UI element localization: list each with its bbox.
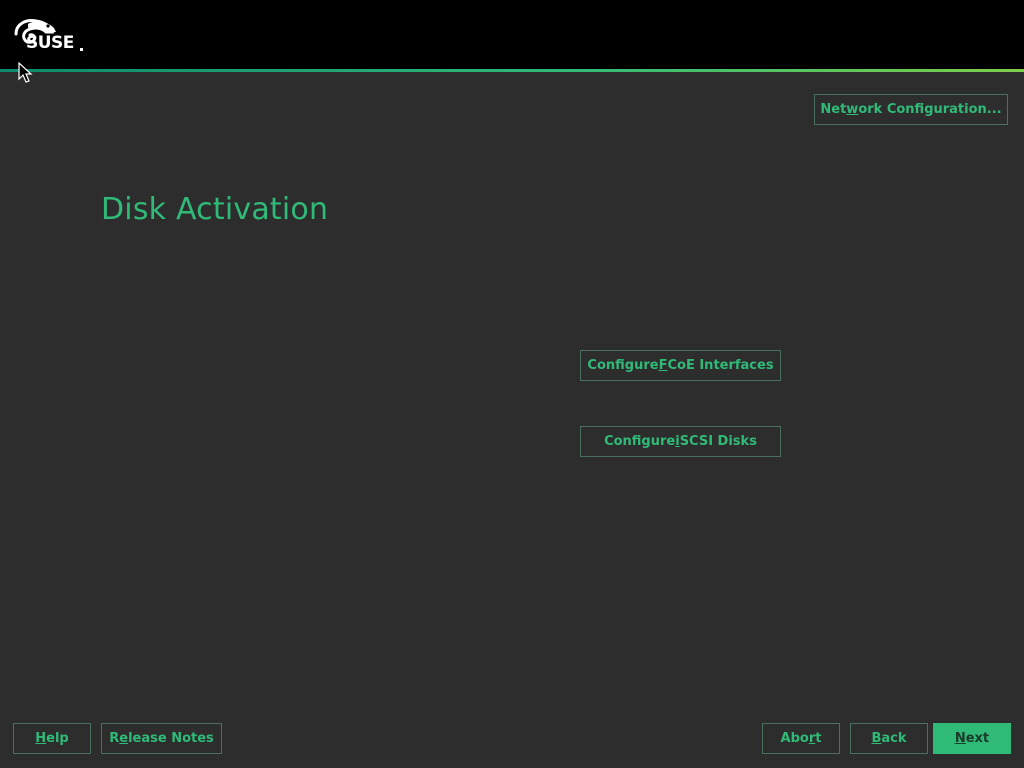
button-label-post: t <box>815 731 822 746</box>
network-configuration-button[interactable]: Net w ork Configuration... <box>814 94 1008 125</box>
button-label-post: ork Configuration... <box>858 102 1002 117</box>
button-label-mnemonic: e <box>119 731 129 746</box>
button-label-post: ext <box>965 731 990 746</box>
button-label-mnemonic: N <box>954 731 966 746</box>
abort-button[interactable]: Abo r t <box>762 723 840 754</box>
button-label-pre: R <box>109 731 120 746</box>
button-label-post: CoE Interfaces <box>667 358 774 373</box>
button-label-mnemonic: B <box>871 731 882 746</box>
button-label-pre: Abo <box>780 731 809 746</box>
button-label-mnemonic: F <box>658 358 668 373</box>
button-label-pre: Net <box>820 102 847 117</box>
button-label-post: ack <box>881 731 907 746</box>
button-label-post: lease Notes <box>128 731 214 746</box>
button-label-pre: Configure <box>604 434 676 449</box>
help-button[interactable]: Help <box>13 723 91 754</box>
page-title: Disk Activation <box>101 192 329 227</box>
suse-logo-text: SUSE <box>26 33 74 53</box>
next-button[interactable]: Next <box>933 723 1011 754</box>
button-label-mnemonic: H <box>35 731 47 746</box>
button-label-pre: Configure <box>587 358 659 373</box>
back-button[interactable]: Back <box>850 723 928 754</box>
configure-fcoe-button[interactable]: Configure F CoE Interfaces <box>580 350 781 381</box>
installer-screen: SUSE Net w ork Configuration... Disk Activ… <box>0 0 1024 768</box>
button-label-post: elp <box>46 731 69 746</box>
logo-dot <box>80 48 83 51</box>
button-label-post: SCSI Disks <box>679 434 757 449</box>
accent-line <box>0 69 1024 72</box>
release-notes-button[interactable]: Re lease Notes <box>101 723 222 754</box>
top-bar: SUSE <box>0 0 1024 69</box>
configure-iscsi-button[interactable]: Configure i SCSI Disks <box>580 426 781 457</box>
button-label-mnemonic: w <box>846 102 859 117</box>
mouse-pointer-icon <box>18 62 33 83</box>
